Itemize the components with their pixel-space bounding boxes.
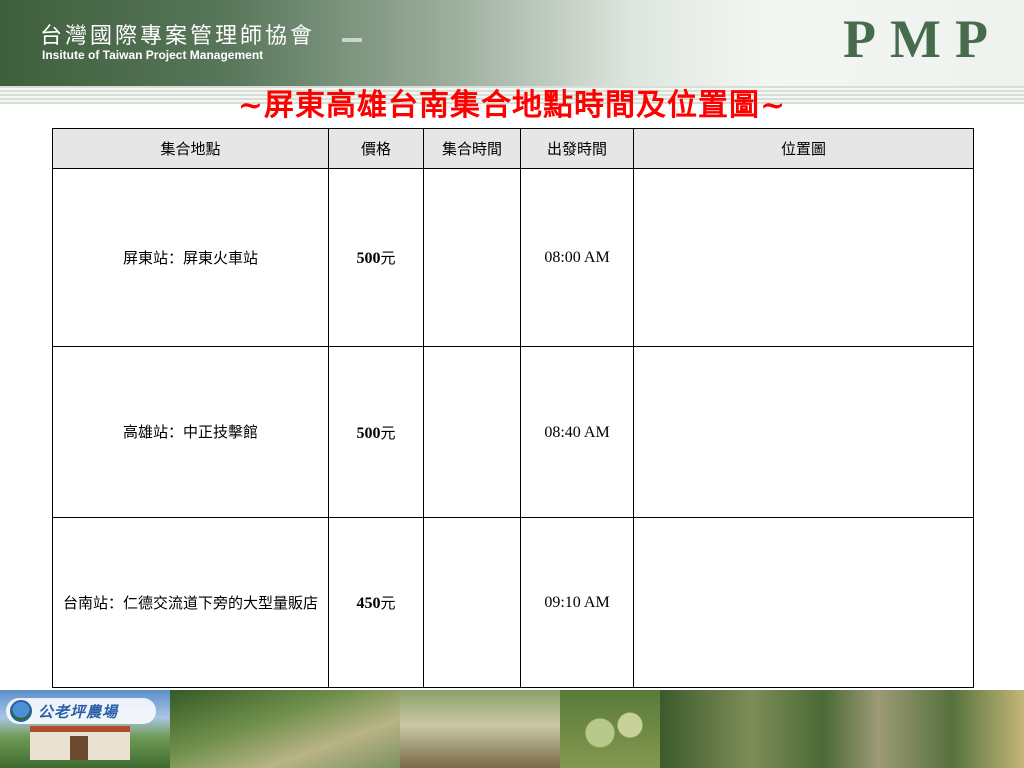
cell-price: 500元 — [328, 346, 424, 518]
page-title: ~屏東高雄台南集合地點時間及位置圖~ — [237, 88, 787, 123]
depart-time-text: 08:00 AM — [544, 249, 610, 266]
price-value: 450 — [356, 595, 381, 612]
header-band: 台灣國際專案管理師協會 Insitute of Taiwan Project M… — [0, 0, 1024, 86]
cell-gather-time — [423, 168, 521, 347]
cell-depart-time: 09:10 AM — [520, 517, 634, 688]
price-value: 500 — [356, 424, 381, 442]
org-logo-dash — [342, 38, 362, 42]
farm-door — [70, 736, 88, 760]
cell-price: 450元 — [328, 517, 424, 688]
cell-gather-time — [423, 517, 521, 688]
header-location: 集合地點 — [52, 128, 329, 169]
cell-map — [633, 168, 974, 347]
pmp-logo: PMP — [843, 9, 1002, 69]
price-value: 500 — [356, 250, 381, 267]
cell-map — [633, 517, 974, 688]
visitors-photo — [660, 690, 1024, 768]
org-name-en: Insitute of Taiwan Project Management — [42, 48, 264, 62]
org-name-zh: 台灣國際專案管理師協會 — [40, 24, 316, 49]
cell-price: 500元 — [328, 168, 424, 347]
price-unit: 元 — [380, 249, 396, 267]
cell-depart-time: 08:00 AM — [520, 168, 634, 347]
table-row: 屏東站：屏東火車站 500元 08:00 AM — [52, 168, 974, 347]
depart-time-text: 09:10 AM — [544, 594, 610, 611]
farm-logo-icon — [10, 700, 32, 722]
table-row: 高雄站：中正技擊館 500元 08:40 AM — [52, 346, 974, 518]
header-map: 位置圖 — [633, 128, 974, 169]
schedule-table: 集合地點 價格 集合時間 出發時間 位置圖 屏東站：屏東火車站 500元 08:… — [52, 128, 974, 688]
cell-depart-time: 08:40 AM — [520, 346, 634, 518]
header-gather-time: 集合時間 — [423, 128, 521, 169]
fruit-photo — [560, 690, 660, 768]
price-unit: 元 — [380, 423, 396, 442]
header-depart-time: 出發時間 — [520, 128, 634, 169]
farm-badge-text: 公老坪農場 — [38, 702, 119, 721]
orchard-photo — [170, 690, 400, 768]
table-row: 台南站：仁德交流道下旁的大型量販店 450元 09:10 AM — [52, 517, 974, 688]
cell-gather-time — [423, 346, 521, 518]
farm-badge: 公老坪農場 — [6, 698, 156, 724]
pavilion-photo — [400, 690, 560, 768]
cell-location: 高雄站：中正技擊館 — [52, 346, 329, 518]
cell-location: 屏東站：屏東火車站 — [52, 168, 329, 347]
header-price: 價格 — [328, 128, 424, 169]
cell-location: 台南站：仁德交流道下旁的大型量販店 — [52, 517, 329, 688]
cell-map — [633, 346, 974, 518]
price-unit: 元 — [380, 594, 396, 612]
depart-time-text: 08:40 AM — [544, 423, 610, 441]
footer-photo-strip: 公老坪農場 — [0, 690, 1024, 768]
table-header-row: 集合地點 價格 集合時間 出發時間 位置圖 — [52, 128, 974, 169]
